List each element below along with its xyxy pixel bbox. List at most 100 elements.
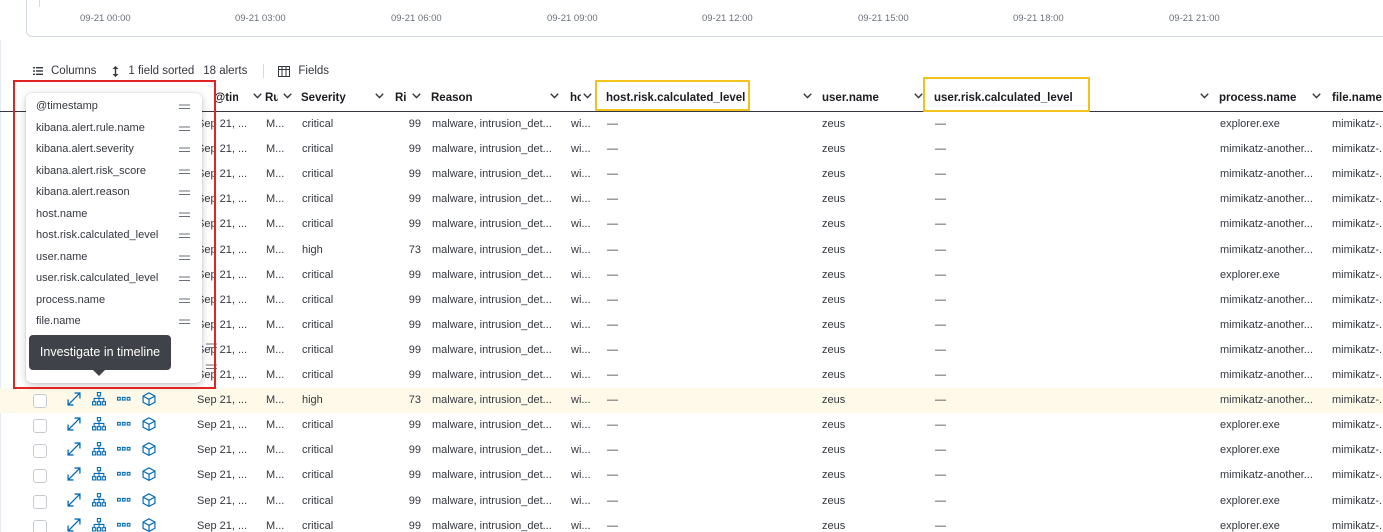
timeline-button[interactable]: [92, 492, 117, 510]
more-actions-button[interactable]: [117, 518, 142, 532]
header-process-name[interactable]: process.name: [1219, 85, 1325, 111]
analyzer-button[interactable]: [142, 442, 167, 459]
cell-host-risk: —: [607, 143, 618, 156]
cell-risk-score: 99: [408, 168, 421, 181]
cell-user-name: zeus: [822, 394, 846, 407]
cell-process-name: mimikatz-another...: [1220, 394, 1313, 407]
cell-severity: critical: [302, 444, 334, 457]
cell-rule: M...: [266, 243, 285, 256]
cell-severity: critical: [302, 469, 334, 482]
cell-process-name: mimikatz-another...: [1220, 469, 1313, 482]
fields-label: Fields: [298, 65, 330, 77]
cell-severity: critical: [302, 519, 334, 532]
more-actions-button[interactable]: [117, 392, 142, 409]
more-actions-button[interactable]: [117, 493, 142, 510]
cell-user-name: zeus: [822, 444, 846, 457]
cell-user-name: zeus: [822, 143, 846, 156]
cell-severity: high: [302, 394, 323, 407]
row-checkbox[interactable]: [33, 469, 47, 484]
cell-host-name: wi...: [571, 218, 591, 231]
fields-button[interactable]: Fields: [278, 65, 329, 77]
more-actions-button[interactable]: [117, 417, 142, 434]
analyzer-button[interactable]: [142, 467, 167, 484]
row-checkbox[interactable]: [33, 444, 47, 459]
cell-risk-score: 99: [408, 193, 421, 206]
header-reason[interactable]: Reason: [431, 85, 563, 111]
chevron-down-icon[interactable]: [914, 93, 923, 99]
header-host-name[interactable]: host.name: [570, 85, 594, 111]
chevron-down-icon[interactable]: [1312, 93, 1321, 99]
chevron-down-icon[interactable]: [550, 93, 559, 99]
cell-risk-score: 99: [408, 494, 421, 507]
cell-user-risk: —: [935, 394, 946, 407]
row-checkbox[interactable]: [33, 394, 47, 409]
chevron-down-icon[interactable]: [283, 93, 292, 99]
timeline-button[interactable]: [92, 392, 117, 409]
timeline-button[interactable]: [92, 442, 117, 459]
analyzer-icon: [142, 467, 156, 482]
chevron-down-icon[interactable]: [1200, 93, 1209, 99]
cell-user-name: zeus: [822, 419, 846, 432]
row-checkbox[interactable]: [33, 494, 47, 509]
cell-process-name: mimikatz-another...: [1220, 293, 1313, 306]
cell-user-risk: —: [935, 118, 946, 130]
expand-button[interactable]: [67, 518, 92, 532]
cell-host-risk: —: [607, 369, 618, 381]
header-timestamp[interactable]: @timestamp: [214, 85, 262, 111]
timeline-button[interactable]: [92, 467, 117, 484]
analyzer-button[interactable]: [142, 517, 167, 532]
chevron-down-icon[interactable]: [412, 93, 421, 99]
analyzer-button[interactable]: [142, 392, 167, 409]
cell-risk-score: 99: [408, 519, 421, 532]
cell-host-risk: —: [607, 343, 618, 356]
cell-severity: critical: [302, 419, 334, 432]
cell-host-name: wi...: [571, 343, 591, 356]
header-file-name[interactable]: file.name: [1332, 85, 1383, 111]
more-actions-button[interactable]: [117, 442, 142, 459]
header-user-name[interactable]: user.name: [822, 85, 926, 111]
cell-file-name: mimikatz-...: [1332, 168, 1383, 181]
row-checkbox[interactable]: [33, 419, 47, 434]
header-rule[interactable]: Rule: [265, 85, 297, 111]
cell-user-risk: —: [935, 469, 946, 482]
cell-user-name: zeus: [822, 369, 846, 381]
timeline-button[interactable]: [92, 517, 117, 532]
cell-reason: malware, intrusion_det...: [432, 318, 552, 331]
cell-file-name: mimikatz-...: [1332, 143, 1383, 156]
chevron-down-icon[interactable]: [253, 93, 262, 99]
expand-button[interactable]: [67, 492, 92, 510]
cell-file-name: mimikatz-...: [1332, 469, 1383, 482]
table-row: Sep 21, ... M... critical 99 malware, intrus…: [0, 438, 1383, 463]
sort-button[interactable]: 1 field sorted 18 alerts: [112, 65, 247, 77]
row-checkbox[interactable]: [33, 519, 47, 532]
chevron-down-icon[interactable]: [803, 93, 812, 99]
expand-button[interactable]: [67, 392, 92, 409]
table-row: Sep 21, ... M... critical 99 malware, intrus…: [0, 514, 1383, 532]
cell-host-risk: —: [607, 193, 618, 206]
chevron-down-icon[interactable]: [375, 93, 384, 99]
chevron-down-icon[interactable]: [583, 93, 592, 99]
timeline-button[interactable]: [92, 417, 117, 434]
cell-risk-score: 99: [408, 143, 421, 156]
expand-icon: [67, 442, 81, 456]
analyzer-button[interactable]: [142, 492, 167, 510]
expand-button[interactable]: [67, 442, 92, 459]
row-actions: [67, 442, 167, 459]
expand-button[interactable]: [67, 417, 92, 434]
analyzer-button[interactable]: [142, 417, 167, 434]
columns-button[interactable]: Columns: [33, 65, 96, 77]
more-actions-button[interactable]: [117, 467, 142, 484]
table-row: Sep 21, ... M... critical 99 malware, intrus…: [0, 413, 1383, 438]
histogram-tick-label: 09-21 21:00: [1169, 13, 1220, 24]
expand-button[interactable]: [67, 467, 92, 484]
cell-host-name: wi...: [571, 419, 591, 432]
cell-user-risk: —: [935, 369, 946, 381]
alerts-histogram: 09-21 00:00 09-21 03:00 09-21 06:00 09-21 0…: [26, 0, 1383, 37]
cell-reason: malware, intrusion_det...: [432, 268, 552, 281]
cell-host-risk: —: [607, 268, 618, 281]
cell-user-name: zeus: [822, 519, 846, 532]
header-severity[interactable]: Severity: [301, 85, 389, 111]
histogram-tick-label: 09-21 12:00: [702, 13, 753, 24]
header-risk-score[interactable]: Risk score: [395, 85, 425, 111]
toolbar-divider: [263, 64, 265, 78]
